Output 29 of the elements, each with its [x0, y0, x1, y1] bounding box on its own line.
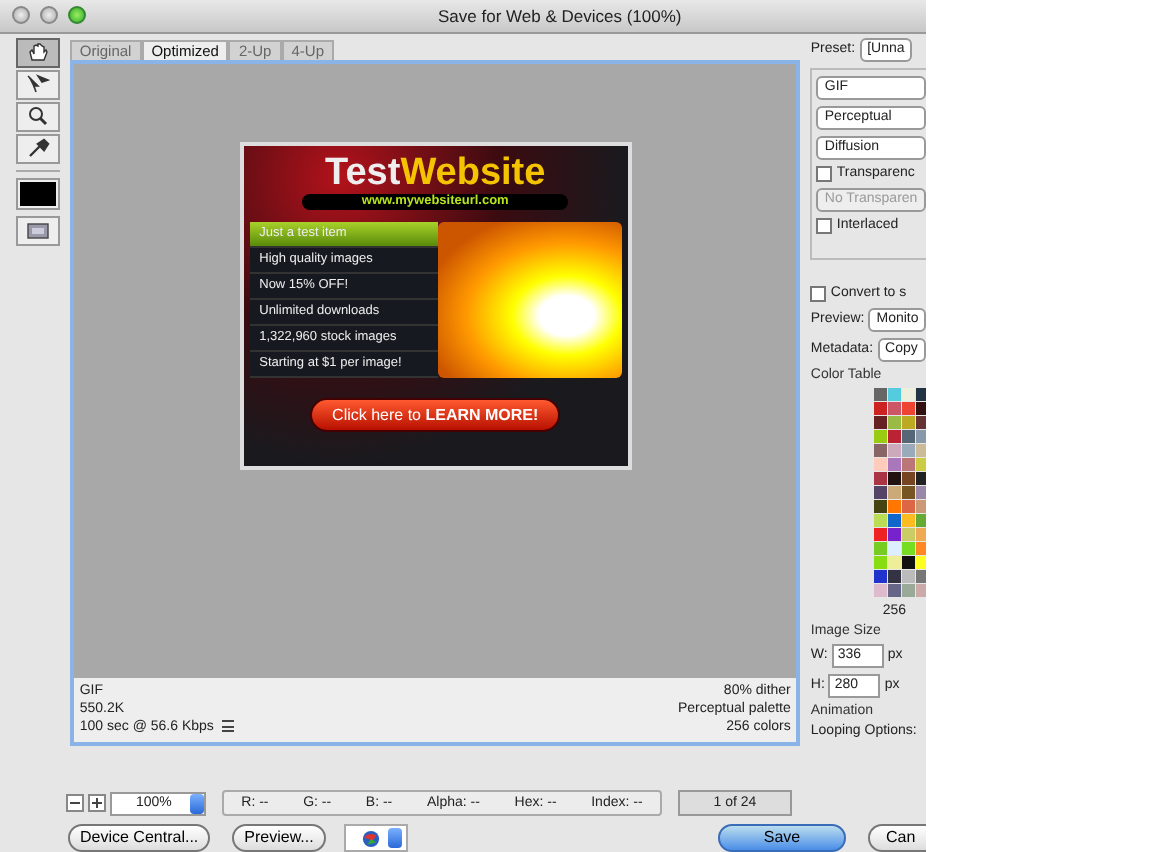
- zoom-tool[interactable]: [16, 101, 60, 132]
- save-button[interactable]: Save: [718, 824, 846, 852]
- window-title: Save for Web & Devices (100%): [438, 5, 682, 26]
- slices-icon: [25, 220, 50, 241]
- browser-dropdown[interactable]: [343, 824, 408, 852]
- eyedropper-icon: [25, 138, 50, 159]
- eyedropper-tool[interactable]: [16, 133, 60, 164]
- hand-tool[interactable]: [16, 37, 60, 68]
- cancel-button[interactable]: Can: [868, 824, 926, 852]
- convert-checkbox[interactable]: [810, 285, 827, 302]
- interlaced-checkbox[interactable]: [816, 217, 833, 234]
- toggle-slices-button[interactable]: [16, 215, 60, 246]
- magnifier-icon: [25, 106, 50, 127]
- hand-icon: [25, 42, 50, 63]
- banner-title: TestWebsite: [325, 152, 546, 195]
- eyedropper-color-swatch[interactable]: [16, 177, 60, 210]
- zoom-button[interactable]: [68, 6, 86, 25]
- plus-icon: [92, 798, 102, 808]
- transparency-checkbox[interactable]: [816, 165, 833, 182]
- slice-select-tool[interactable]: [16, 69, 60, 100]
- device-central-button[interactable]: Device Central...: [68, 824, 211, 852]
- zoom-in-button[interactable]: [88, 794, 106, 812]
- minimize-button[interactable]: [40, 6, 58, 25]
- zoom-out-button[interactable]: [66, 794, 84, 812]
- globe-icon: [361, 829, 380, 847]
- minus-icon: [70, 798, 80, 808]
- close-button[interactable]: [12, 6, 30, 25]
- preview-button[interactable]: Preview...: [232, 824, 326, 852]
- arrow-icon: [25, 74, 50, 95]
